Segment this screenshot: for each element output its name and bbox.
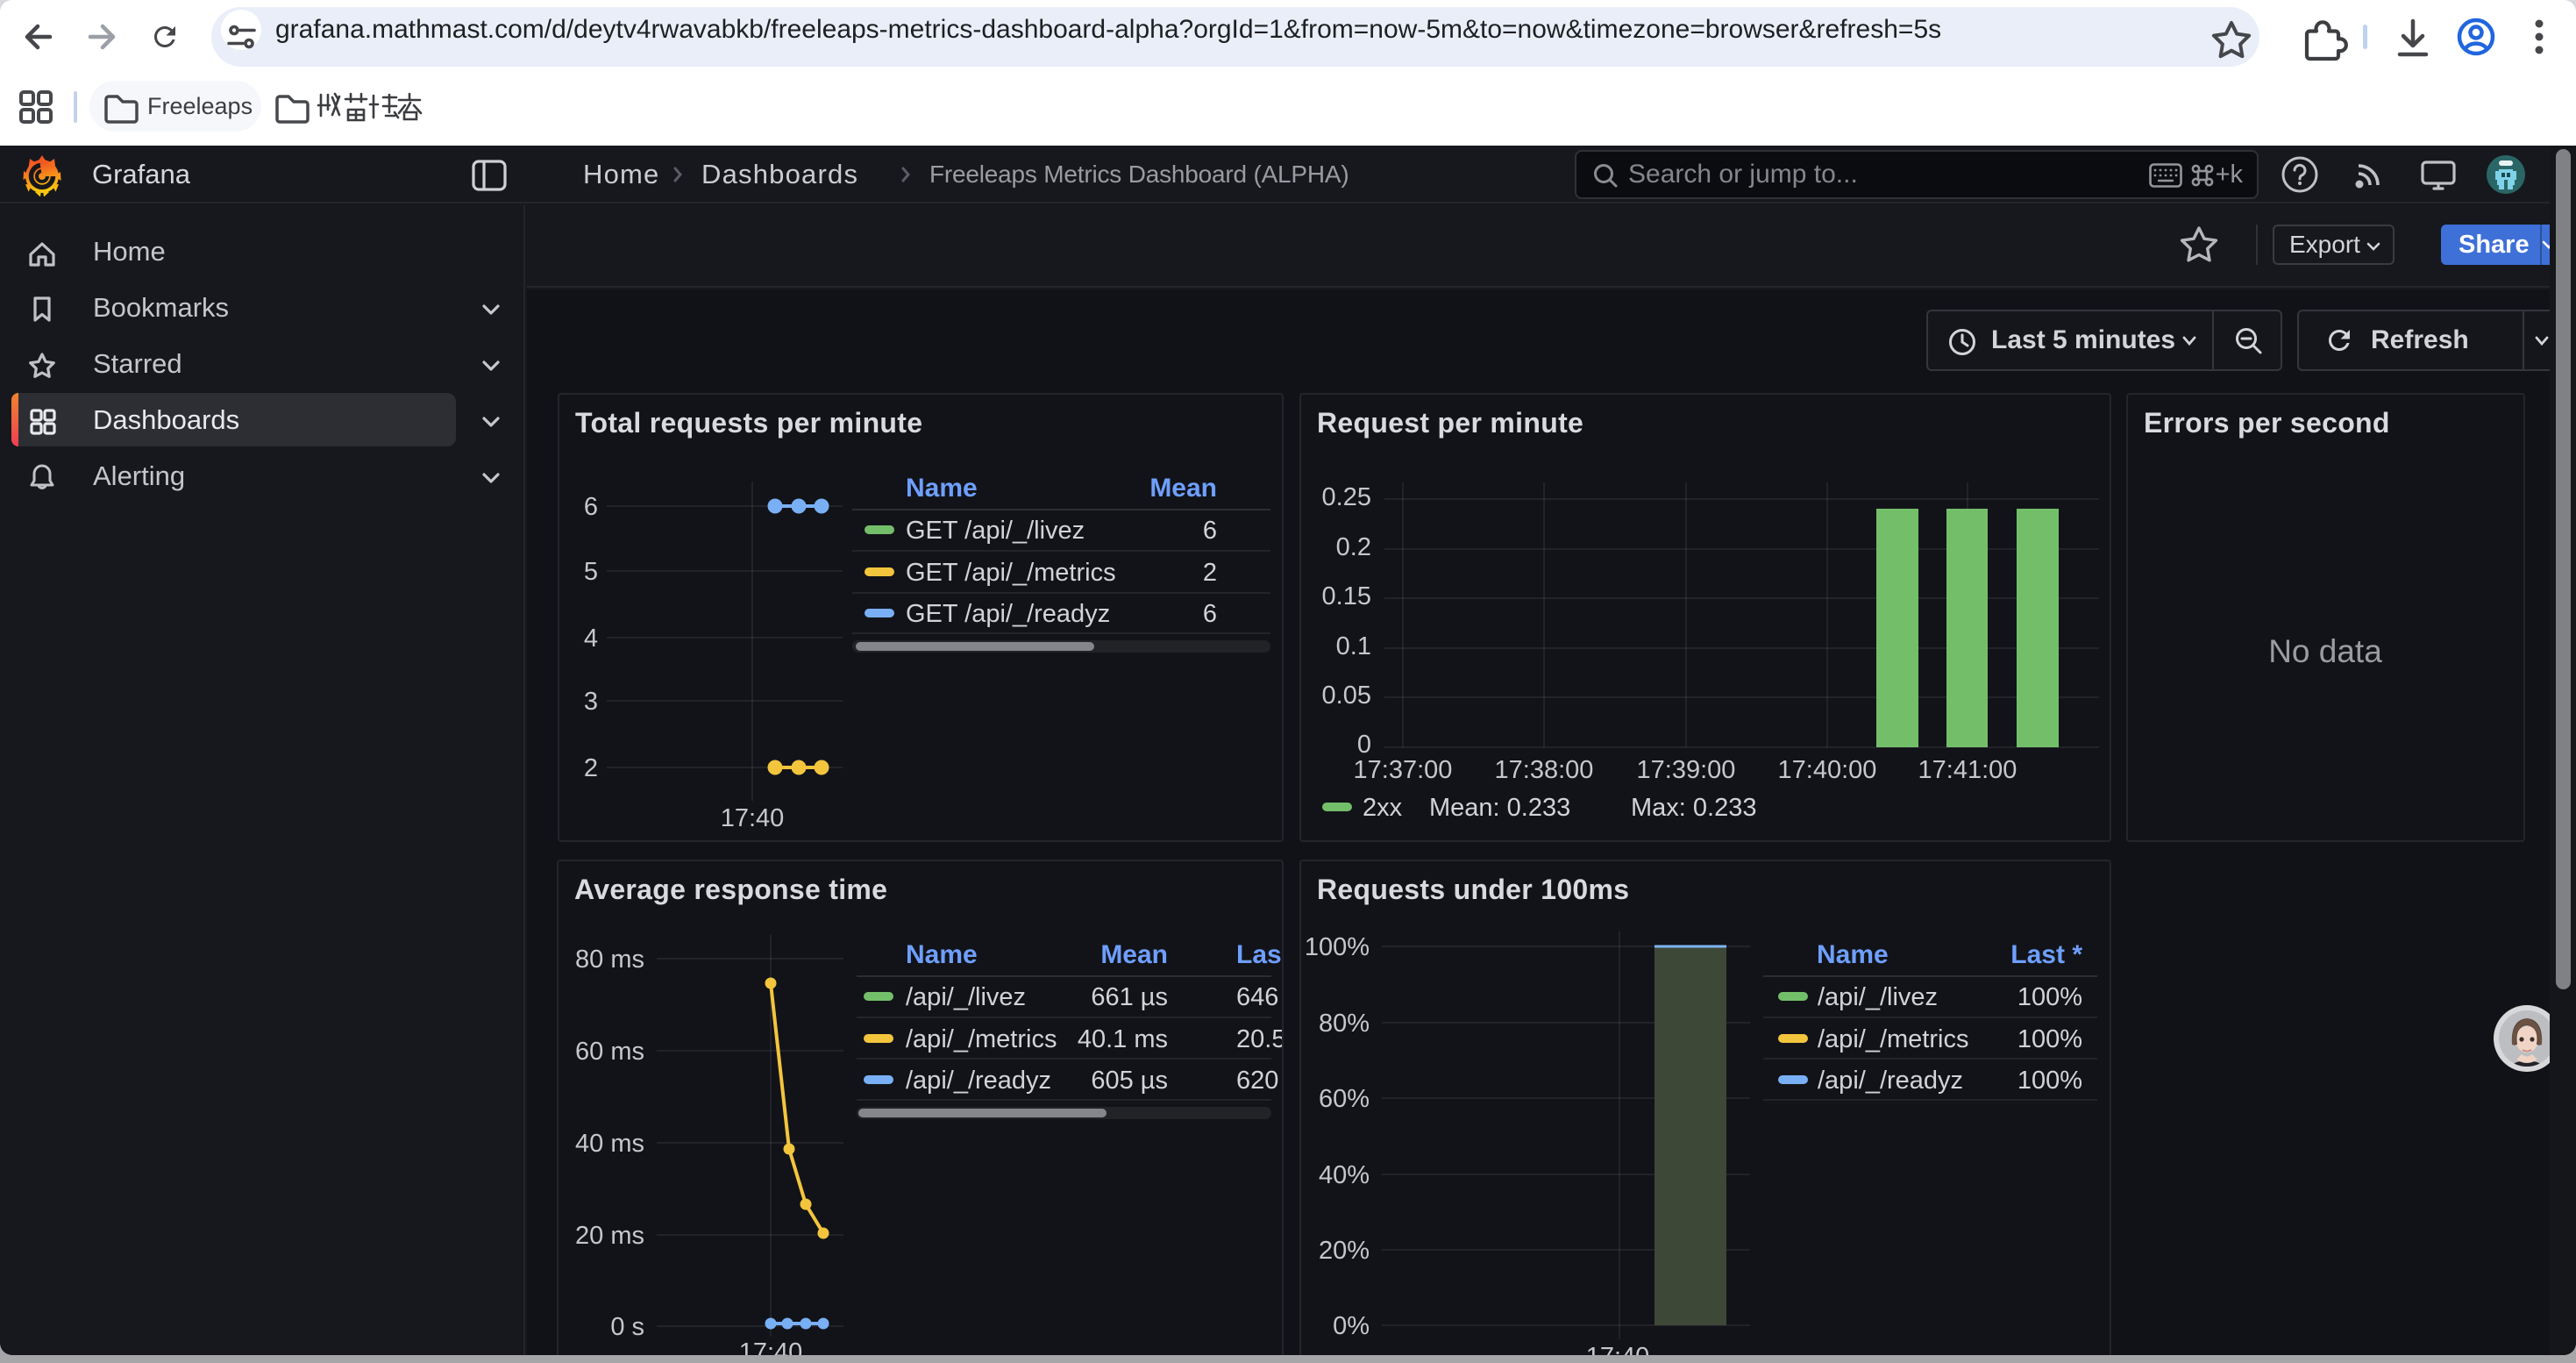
svg-text:605 µs: 605 µs: [1091, 1067, 1168, 1095]
svg-text:17:41:00: 17:41:00: [1918, 756, 2017, 784]
svg-text:17:37:00: 17:37:00: [1354, 756, 1453, 784]
svg-text:0.15: 0.15: [1322, 582, 1371, 610]
svg-text:Name: Name: [1817, 940, 1889, 969]
svg-text:100%: 100%: [2017, 1025, 2082, 1053]
svg-text:GET /api/_/metrics: GET /api/_/metrics: [906, 559, 1116, 587]
svg-text:17:38:00: 17:38:00: [1495, 756, 1594, 784]
svg-text:/api/_/livez: /api/_/livez: [1818, 983, 1938, 1011]
svg-text:/api/_/readyz: /api/_/readyz: [906, 1067, 1051, 1095]
svg-text:17:40: 17:40: [739, 1338, 803, 1355]
svg-text:0 s: 0 s: [610, 1313, 644, 1341]
svg-text:17:40:00: 17:40:00: [1778, 756, 1877, 784]
svg-text:0.1: 0.1: [1336, 632, 1371, 660]
svg-text:Mean: Mean: [1100, 940, 1168, 969]
svg-text:/api/_/metrics: /api/_/metrics: [1818, 1025, 1968, 1053]
svg-text:6: 6: [1203, 600, 1217, 628]
svg-text:3: 3: [584, 688, 598, 716]
svg-text:20.5 r: 20.5 r: [1236, 1025, 1282, 1053]
svg-text:Name: Name: [906, 474, 978, 503]
svg-text:GET /api/_/livez: GET /api/_/livez: [906, 517, 1085, 545]
svg-text:20 ms: 20 ms: [575, 1222, 644, 1250]
svg-text:20%: 20%: [1319, 1237, 1370, 1265]
svg-text:0%: 0%: [1333, 1312, 1370, 1340]
svg-text:No data: No data: [2268, 633, 2382, 669]
svg-text:17:40: 17:40: [721, 804, 785, 832]
svg-text:100%: 100%: [1305, 933, 1370, 961]
svg-text:GET /api/_/readyz: GET /api/_/readyz: [906, 600, 1110, 628]
svg-text:0: 0: [1357, 731, 1371, 759]
svg-text:6: 6: [584, 493, 598, 521]
svg-text:0.05: 0.05: [1322, 682, 1371, 710]
svg-text:Mean: 0.233: Mean: 0.233: [1429, 794, 1570, 822]
svg-text:Mean: Mean: [1149, 474, 1217, 503]
svg-text:80 ms: 80 ms: [575, 946, 644, 974]
svg-text:40%: 40%: [1319, 1161, 1370, 1189]
svg-text:17:39:00: 17:39:00: [1637, 756, 1736, 784]
svg-text:/api/_/readyz: /api/_/readyz: [1818, 1067, 1963, 1095]
svg-text:60 ms: 60 ms: [575, 1038, 644, 1066]
svg-text:17:40: 17:40: [1586, 1343, 1650, 1355]
svg-text:80%: 80%: [1319, 1010, 1370, 1038]
svg-text:2: 2: [584, 754, 598, 782]
svg-text:/api/_/livez: /api/_/livez: [906, 983, 1026, 1011]
svg-text:620: 620: [1236, 1067, 1278, 1095]
svg-text:40.1 ms: 40.1 ms: [1078, 1025, 1168, 1053]
svg-text:/api/_/metrics: /api/_/metrics: [906, 1025, 1057, 1053]
svg-text:0.2: 0.2: [1336, 533, 1371, 561]
svg-text:Last *: Last *: [1236, 940, 1282, 969]
svg-text:Last *: Last *: [2010, 940, 2082, 969]
svg-text:5: 5: [584, 558, 598, 586]
svg-text:0.25: 0.25: [1322, 483, 1371, 511]
svg-text:40 ms: 40 ms: [575, 1130, 644, 1158]
svg-text:4: 4: [584, 624, 598, 653]
svg-text:2: 2: [1203, 559, 1217, 587]
svg-text:Max: 0.233: Max: 0.233: [1631, 794, 1756, 822]
svg-text:100%: 100%: [2017, 1067, 2082, 1095]
svg-text:100%: 100%: [2017, 983, 2082, 1011]
svg-text:Name: Name: [906, 940, 978, 969]
svg-text:6: 6: [1203, 517, 1217, 545]
svg-text:661 µs: 661 µs: [1091, 983, 1168, 1011]
svg-text:646: 646: [1236, 983, 1278, 1011]
svg-text:60%: 60%: [1319, 1085, 1370, 1113]
svg-text:2xx: 2xx: [1363, 794, 1403, 822]
